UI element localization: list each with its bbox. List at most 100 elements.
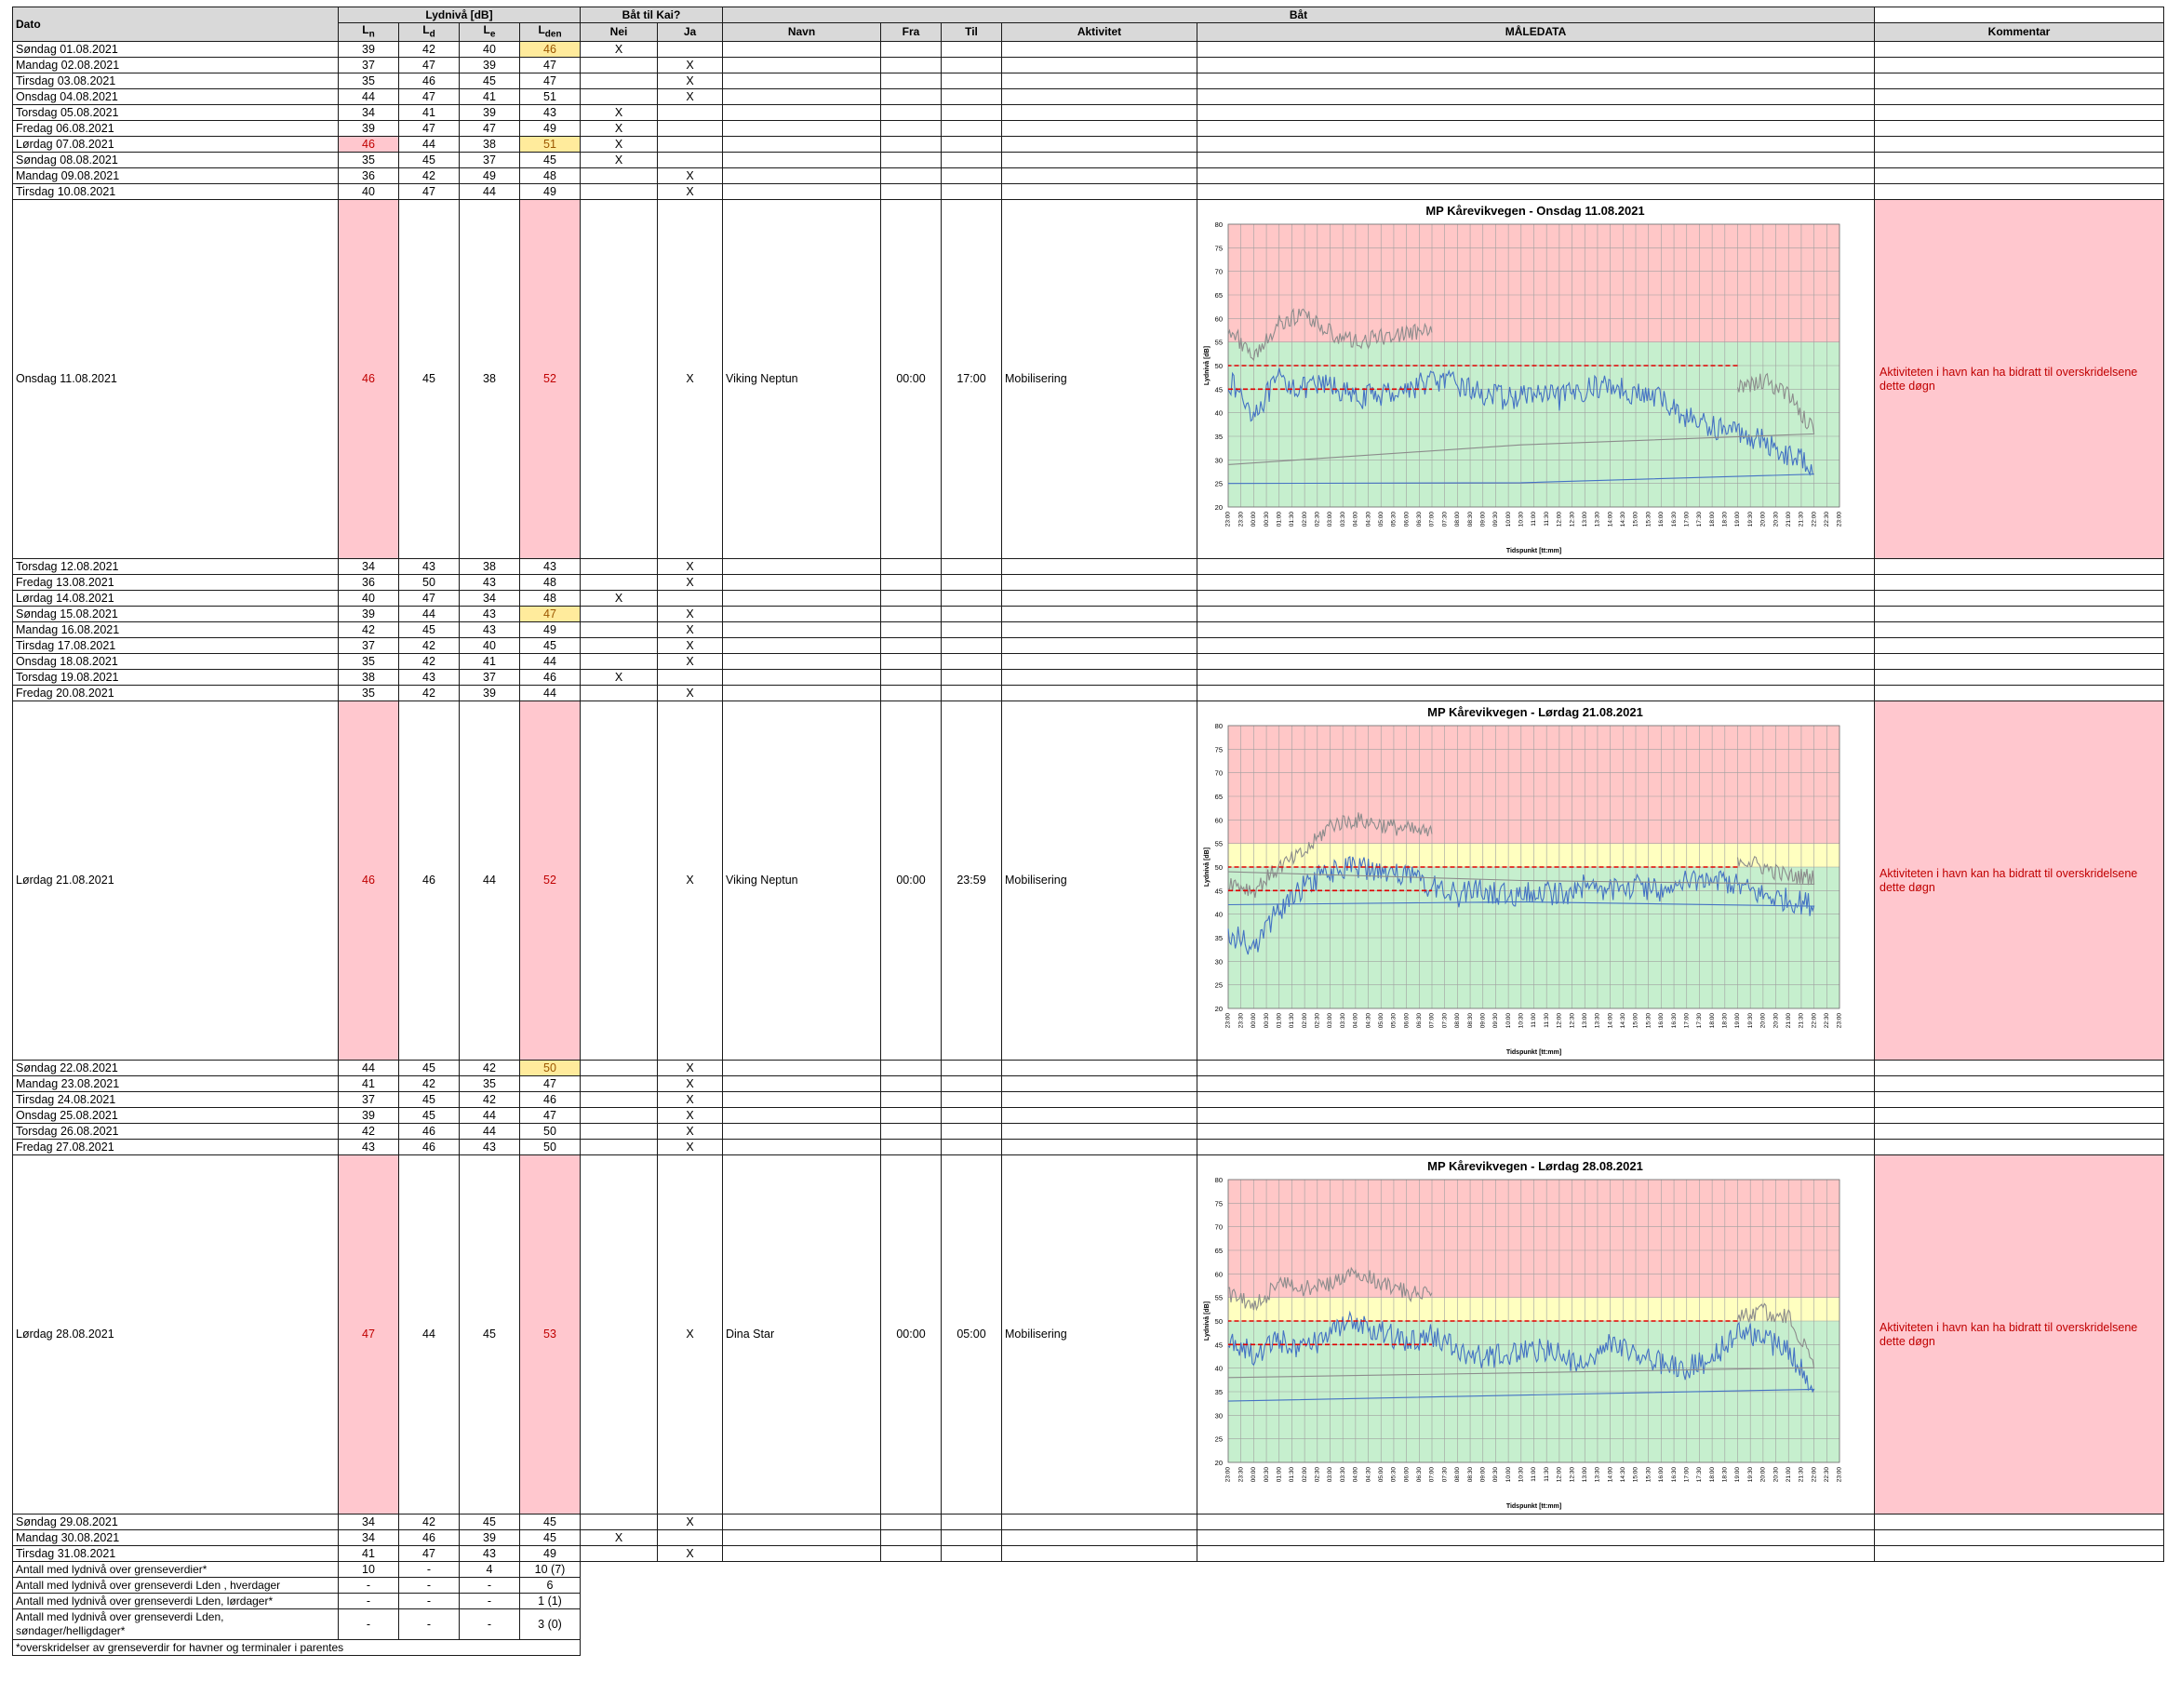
x-tick-label: 13:00 (1582, 1013, 1588, 1029)
kommentar-cell (1874, 1107, 2164, 1125)
ln-cell: 46 (338, 136, 399, 153)
kommentar-cell (1874, 1545, 2164, 1563)
noise-chart: MP Kårevikvegen - Lørdag 28.08.2021 20 25 3… (1197, 1155, 1873, 1514)
ja-cell: X (657, 558, 723, 576)
kommentar-cell: Aktiviteten i havn kan ha bidratt til ov… (1874, 199, 2164, 560)
aktivitet-cell (1001, 1123, 1197, 1141)
x-tick-label: 18:30 (1722, 1467, 1729, 1483)
summary-row: Antall med lydnivå over grenseverdi Lden… (12, 1577, 2164, 1595)
date-cell: Søndag 29.08.2021 (12, 1514, 339, 1531)
table-row: Søndag 29.08.2021 34 42 45 45 X (12, 1514, 2164, 1531)
nei-cell (580, 701, 658, 1061)
ja-cell: X (657, 1123, 723, 1141)
y-tick-label: 80 (1215, 722, 1223, 730)
x-tick-label: 19:30 (1747, 1013, 1754, 1029)
ld-cell: 47 (398, 1545, 460, 1563)
lden-cell: 47 (519, 57, 581, 74)
fra-cell (880, 1107, 942, 1125)
x-tick-label: 05:30 (1391, 1013, 1398, 1029)
x-tick-label: 22:30 (1824, 1467, 1830, 1483)
date-cell: Søndag 22.08.2021 (12, 1060, 339, 1077)
ld-cell: 47 (398, 590, 460, 607)
kommentar-cell (1874, 1091, 2164, 1109)
navn-cell (722, 1123, 881, 1141)
ja-cell (657, 152, 723, 169)
summary-label: Antall med lydnivå over grenseverdier* (12, 1561, 339, 1579)
y-tick-label: 65 (1215, 793, 1223, 801)
ln-cell: 34 (338, 1514, 399, 1531)
nei-cell: X (580, 590, 658, 607)
table-row: Tirsdag 03.08.2021 35 46 45 47 X (12, 73, 2164, 90)
x-tick-label: 21:30 (1799, 1013, 1805, 1029)
x-tick-label: 16:00 (1658, 1013, 1665, 1029)
ja-cell: X (657, 685, 723, 702)
y-tick-label: 55 (1215, 339, 1223, 347)
lden-cell: 47 (519, 1107, 581, 1125)
x-tick-label: 18:00 (1709, 1013, 1716, 1029)
y-tick-label: 60 (1215, 315, 1223, 324)
til-cell (941, 167, 1002, 185)
x-tick-label: 17:00 (1683, 1467, 1690, 1483)
table-row: Lørdag 14.08.2021 40 47 34 48 X (12, 590, 2164, 607)
x-tick-label: 00:00 (1251, 1467, 1257, 1483)
kommentar-cell (1874, 653, 2164, 671)
x-tick-label: 06:30 (1416, 1013, 1423, 1029)
maledata-cell: MP Kårevikvegen - Onsdag 11.08.2021 20 25 3… (1197, 199, 1875, 560)
lden-cell: 46 (519, 1091, 581, 1109)
nei-cell: X (580, 136, 658, 153)
til-cell (941, 621, 1002, 639)
maledata-cell (1197, 1529, 1875, 1547)
maledata-cell (1197, 1123, 1875, 1141)
til-cell: 23:59 (941, 701, 1002, 1061)
le-cell: 34 (459, 590, 520, 607)
ld-cell: 42 (398, 41, 460, 59)
x-tick-label: 13:30 (1595, 1013, 1601, 1029)
date-cell: Mandag 16.08.2021 (12, 621, 339, 639)
summary-ln: - (338, 1577, 399, 1595)
fra-cell (880, 57, 942, 74)
y-tick-label: 30 (1215, 1412, 1223, 1421)
y-tick-label: 60 (1215, 817, 1223, 825)
y-tick-label: 70 (1215, 268, 1223, 276)
lden-cell: 49 (519, 621, 581, 639)
x-tick-label: 05:30 (1391, 1467, 1398, 1483)
navn-cell (722, 621, 881, 639)
date-cell: Onsdag 18.08.2021 (12, 653, 339, 671)
summary-ln: - (338, 1593, 399, 1610)
navn-cell (722, 1091, 881, 1109)
x-tick-label: 05:30 (1391, 512, 1398, 527)
nei-cell (580, 167, 658, 185)
x-tick-label: 00:30 (1264, 1013, 1270, 1029)
til-cell (941, 1139, 1002, 1156)
x-tick-label: 23:00 (1225, 1013, 1232, 1029)
ln-cell: 42 (338, 1123, 399, 1141)
table-row: Onsdag 25.08.2021 39 45 44 47 X (12, 1107, 2164, 1125)
aktivitet-cell (1001, 183, 1197, 201)
navn-cell (722, 574, 881, 592)
y-tick-label: 80 (1215, 220, 1223, 229)
x-tick-label: 02:30 (1315, 1467, 1321, 1483)
noise-chart: MP Kårevikvegen - Onsdag 11.08.2021 20 25 3… (1197, 200, 1873, 558)
kommentar-cell (1874, 57, 2164, 74)
summary-le: - (459, 1577, 520, 1595)
summary-lden: 10 (7) (519, 1561, 581, 1579)
le-cell: 45 (459, 1514, 520, 1531)
x-tick-label: 23:00 (1225, 1467, 1232, 1483)
le-cell: 39 (459, 104, 520, 122)
x-tick-label: 21:00 (1786, 1467, 1792, 1483)
ld-cell: 45 (398, 621, 460, 639)
fra-cell (880, 1091, 942, 1109)
date-cell: Lørdag 07.08.2021 (12, 136, 339, 153)
ja-cell: X (657, 199, 723, 560)
aktivitet-cell (1001, 653, 1197, 671)
x-tick-label: 16:00 (1658, 512, 1665, 527)
x-tick-label: 08:00 (1454, 1013, 1461, 1029)
y-tick-label: 40 (1215, 911, 1223, 919)
til-cell (941, 685, 1002, 702)
summary-label: Antall med lydnivå over grenseverdi Lden… (12, 1608, 339, 1641)
ln-cell: 44 (338, 88, 399, 106)
le-cell: 35 (459, 1075, 520, 1093)
nei-cell: X (580, 120, 658, 138)
kommentar-cell: Aktiviteten i havn kan ha bidratt til ov… (1874, 701, 2164, 1061)
maledata-cell (1197, 1139, 1875, 1156)
